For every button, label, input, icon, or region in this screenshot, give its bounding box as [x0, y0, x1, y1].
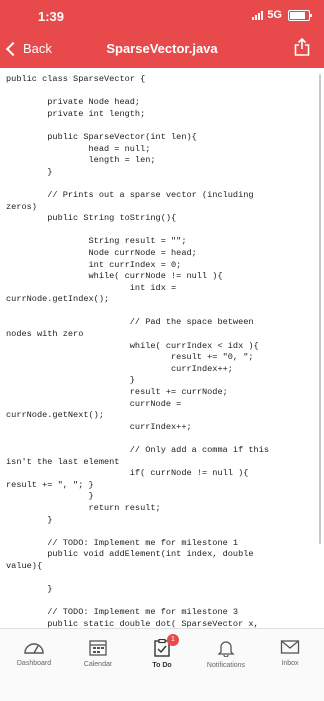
code-line: currNode.getNext();	[6, 410, 104, 421]
code-line: Node currNode = head;	[6, 247, 197, 258]
code-line: }	[6, 514, 53, 525]
dashboard-icon	[24, 643, 44, 654]
bell-icon	[217, 641, 235, 657]
tab-dashboard[interactable]: Dashboard	[2, 639, 66, 667]
code-line: isn't the last element	[6, 456, 120, 467]
signal-icon	[252, 10, 264, 20]
code-line: if( currNode != null ){	[6, 468, 249, 479]
tab-label: Inbox	[281, 660, 299, 667]
code-line: result += "0, ";	[6, 352, 254, 363]
code-line: public void addElement(int index, double	[6, 549, 254, 560]
tab-inbox[interactable]: Inbox	[258, 639, 322, 667]
code-line: }	[6, 584, 53, 595]
code-line: currIndex++;	[6, 421, 192, 432]
code-line: public static double dot( SparseVector x…	[6, 618, 259, 628]
code-line: // Only add a comma if this	[6, 445, 270, 455]
status-time: 1:39	[38, 9, 65, 24]
code-line: }	[6, 491, 94, 502]
code-line: currNode.getIndex();	[6, 294, 110, 305]
tab-label: Calendar	[83, 661, 113, 668]
code-line: public SparseVector(int len){	[6, 131, 197, 142]
tab-calendar[interactable]: Calendar	[66, 639, 130, 668]
page-title: SparseVector.java	[106, 41, 218, 56]
code-viewer[interactable]: public class SparseVector { private Node…	[0, 68, 318, 628]
code-line: // Pad the space between	[6, 317, 254, 328]
share-icon[interactable]	[294, 38, 310, 56]
code-line: }	[6, 166, 53, 177]
code-line: private Node head;	[6, 97, 141, 108]
tab-label: To Do	[152, 662, 172, 669]
code-line: public class SparseVector {	[6, 74, 146, 84]
code-content: public class SparseVector { private Node…	[0, 68, 318, 628]
tab-notifications[interactable]: Notifications	[194, 639, 258, 669]
code-line: zeros)	[6, 201, 37, 212]
code-line: // Prints out a sparse vector (including	[6, 189, 254, 200]
code-line: while( currIndex < idx ){	[6, 340, 259, 351]
inbox-icon	[280, 640, 300, 654]
code-line: result += ", "; }	[6, 479, 94, 490]
code-line: String result = "";	[6, 236, 187, 247]
scrollbar[interactable]	[319, 74, 321, 544]
code-line: head = null;	[6, 143, 151, 154]
network-label: 5G	[267, 9, 282, 21]
code-line: nodes with zero	[6, 329, 84, 340]
code-line: }	[6, 375, 135, 386]
status-bar: 1:39 5G	[0, 0, 324, 30]
code-line: // TODO: Implement me for milestone 1	[6, 537, 239, 548]
code-line: private int length;	[6, 108, 146, 119]
code-line: value){	[6, 560, 43, 571]
code-line: // TODO: Implement me for milestone 3	[6, 607, 239, 618]
calendar-icon	[89, 640, 107, 656]
nav-bar: Back SparseVector.java	[0, 30, 324, 68]
code-line: currNode =	[6, 398, 182, 409]
todo-badge: 1	[167, 634, 179, 646]
code-line: int currIndex = 0;	[6, 259, 182, 270]
tab-bar: Dashboard Calendar 1 To Do Notifications	[0, 628, 324, 701]
tab-label: Dashboard	[16, 660, 52, 667]
code-line: length = len;	[6, 155, 156, 166]
code-line: while( currNode != null ){	[6, 271, 223, 282]
code-line: result += currNode;	[6, 387, 228, 398]
code-line: return result;	[6, 502, 161, 513]
battery-icon	[288, 9, 312, 21]
code-line: public String toString(){	[6, 213, 177, 224]
tab-label: Notifications	[206, 662, 246, 669]
status-indicators: 5G	[252, 9, 312, 21]
code-line: currIndex++;	[6, 363, 233, 374]
tab-todo[interactable]: 1 To Do	[130, 634, 194, 669]
code-line: int idx =	[6, 282, 177, 293]
